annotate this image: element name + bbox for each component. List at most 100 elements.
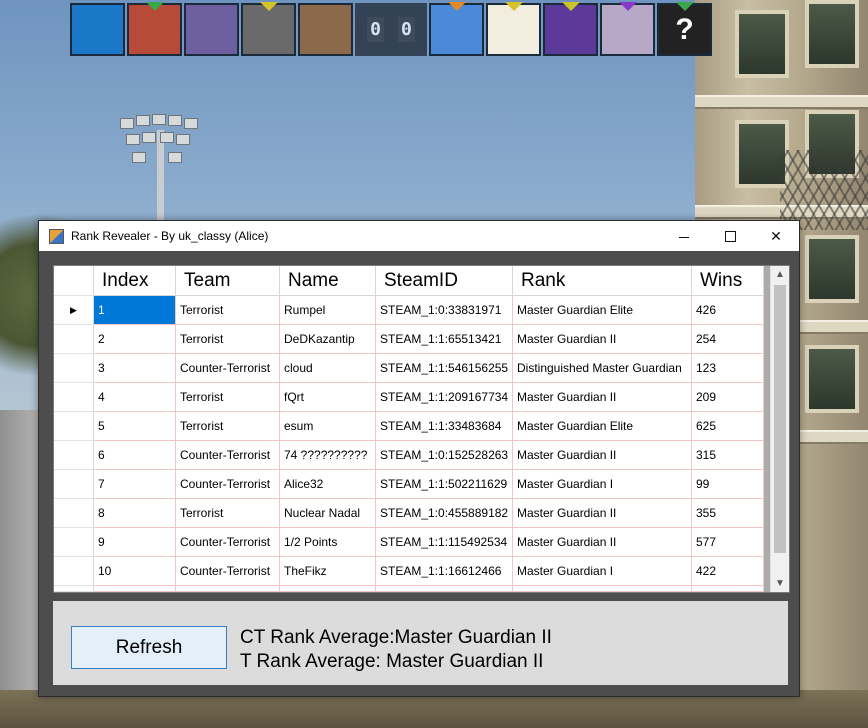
cell-team[interactable]: Counter-Terrorist [176,354,280,383]
refresh-button[interactable]: Refresh [71,626,227,669]
cell-team[interactable]: Counter-Terrorist [176,557,280,586]
row-header[interactable] [54,412,94,441]
cell-wins[interactable]: 422 [692,557,764,586]
close-button[interactable]: ✕ [753,221,799,251]
cell-index[interactable]: 1 [94,296,176,325]
cell-index[interactable]: 6 [94,441,176,470]
column-header-wins[interactable]: Wins [692,266,764,296]
table-row[interactable]: 4 Terrorist fQrt STEAM_1:1:209167734 Master … [54,383,764,412]
column-header-team[interactable]: Team [176,266,280,296]
cell-wins[interactable]: 577 [692,528,764,557]
cell-index[interactable]: 4 [94,383,176,412]
cell-rank[interactable]: Master Guardian II [513,499,692,528]
table-row[interactable]: 9 Counter-Terrorist 1/2 Points STEAM_1:1:11… [54,528,764,557]
title-bar[interactable]: Rank Revealer - By uk_classy (Alice) ✕ [39,221,799,251]
table-row[interactable]: 3 Counter-Terrorist cloud STEAM_1:1:5461562… [54,354,764,383]
cell-team[interactable]: Counter-Terrorist [176,528,280,557]
table-row[interactable]: 10 Counter-Terrorist TheFikz STEAM_1:1:1661… [54,557,764,586]
cell-steamid[interactable]: STEAM_1:0:152528263 [376,441,513,470]
cell-index[interactable]: 3 [94,354,176,383]
column-header-index[interactable]: Index [94,266,176,296]
maximize-button[interactable] [707,221,753,251]
cell-rank[interactable]: Master Guardian I [513,470,692,499]
scroll-thumb[interactable] [774,285,786,553]
table-row[interactable]: 7 Counter-Terrorist Alice32 STEAM_1:1:50221… [54,470,764,499]
cell-rank[interactable]: Master Guardian II [513,528,692,557]
cell-rank[interactable]: Master Guardian Elite [513,412,692,441]
cell-steamid[interactable]: STEAM_1:1:65513421 [376,325,513,354]
table-row[interactable]: 2 Terrorist DeDKazantip STEAM_1:1:65513421 M… [54,325,764,354]
cell-steamid[interactable]: STEAM_1:1:16612466 [376,557,513,586]
cell-team[interactable]: Terrorist [176,325,280,354]
scroll-up-icon[interactable]: ▲ [771,266,789,283]
cell-steamid[interactable]: STEAM_1:0:33831971 [376,296,513,325]
cell-steamid[interactable]: STEAM_1:1:115492534 [376,528,513,557]
cell-index[interactable]: 8 [94,499,176,528]
cell-index[interactable]: 2 [94,325,176,354]
cell-wins[interactable]: 355 [692,499,764,528]
row-header[interactable] [54,354,94,383]
row-header[interactable] [54,383,94,412]
players-data-grid[interactable]: Index Team Name SteamID Rank Wins ▶ 1 Terr… [53,265,790,593]
cell-steamid[interactable]: STEAM_1:1:546156255 [376,354,513,383]
cell-wins[interactable]: 625 [692,412,764,441]
cell-steamid[interactable]: STEAM_1:1:209167734 [376,383,513,412]
cell-team[interactable]: Terrorist [176,296,280,325]
cell-name[interactable]: fQrt [280,383,376,412]
cell-name[interactable]: DeDKazantip [280,325,376,354]
cell-index[interactable]: 5 [94,412,176,441]
cell-wins[interactable]: 123 [692,354,764,383]
cell-name[interactable]: Nuclear Nadal [280,499,376,528]
row-header[interactable] [54,557,94,586]
cell-rank[interactable]: Master Guardian II [513,325,692,354]
cell-index[interactable]: 7 [94,470,176,499]
cell-steamid[interactable]: STEAM_1:1:502211629 [376,470,513,499]
cell-name[interactable]: 74 ?????????? [280,441,376,470]
cell-wins[interactable]: 315 [692,441,764,470]
cell-name[interactable]: cloud [280,354,376,383]
row-header[interactable] [54,528,94,557]
cell-wins[interactable]: 99 [692,470,764,499]
cell-index[interactable]: 9 [94,528,176,557]
cell-wins[interactable]: 209 [692,383,764,412]
row-header[interactable] [54,325,94,354]
cell-wins[interactable]: 254 [692,325,764,354]
cell-steamid[interactable]: STEAM_1:1:33483684 [376,412,513,441]
cell-rank[interactable]: Master Guardian II [513,441,692,470]
cell-name[interactable]: esum [280,412,376,441]
table-row[interactable]: 6 Counter-Terrorist 74 ?????????? STEAM_1:0… [54,441,764,470]
cell-team[interactable]: Counter-Terrorist [176,441,280,470]
cell-index[interactable]: 10 [94,557,176,586]
score-right: 0 [398,17,415,42]
purple-dragon-avatar [543,2,598,56]
cell-rank[interactable]: Master Guardian II [513,383,692,412]
cell-rank[interactable]: Master Guardian Elite [513,296,692,325]
cell-name[interactable]: TheFikz [280,557,376,586]
table-row-partial [54,586,764,592]
cell-team[interactable]: Terrorist [176,499,280,528]
cell-wins[interactable]: 426 [692,296,764,325]
cell-team[interactable]: Counter-Terrorist [176,470,280,499]
cell-name[interactable]: Alice32 [280,470,376,499]
cell-rank[interactable]: Distinguished Master Guardian [513,354,692,383]
column-header-name[interactable]: Name [280,266,376,296]
cell-team[interactable]: Terrorist [176,412,280,441]
t-rank-average: T Rank Average: Master Guardian II [240,651,544,672]
minimize-button[interactable] [661,221,707,251]
row-header[interactable] [54,499,94,528]
table-row[interactable]: ▶ 1 Terrorist Rumpel STEAM_1:0:33831971 Maste… [54,296,764,325]
table-row[interactable]: 8 Terrorist Nuclear Nadal STEAM_1:0:4558891… [54,499,764,528]
cell-team[interactable]: Terrorist [176,383,280,412]
cell-name[interactable]: Rumpel [280,296,376,325]
row-header[interactable] [54,441,94,470]
table-row[interactable]: 5 Terrorist esum STEAM_1:1:33483684 Master G… [54,412,764,441]
column-header-rank[interactable]: Rank [513,266,692,296]
current-row-marker-icon[interactable]: ▶ [54,296,94,325]
scroll-down-icon[interactable]: ▼ [771,575,789,592]
cell-name[interactable]: 1/2 Points [280,528,376,557]
vertical-scrollbar[interactable]: ▲ ▼ [770,266,789,592]
row-header[interactable] [54,470,94,499]
cell-rank[interactable]: Master Guardian I [513,557,692,586]
cell-steamid[interactable]: STEAM_1:0:455889182 [376,499,513,528]
column-header-steamid[interactable]: SteamID [376,266,513,296]
